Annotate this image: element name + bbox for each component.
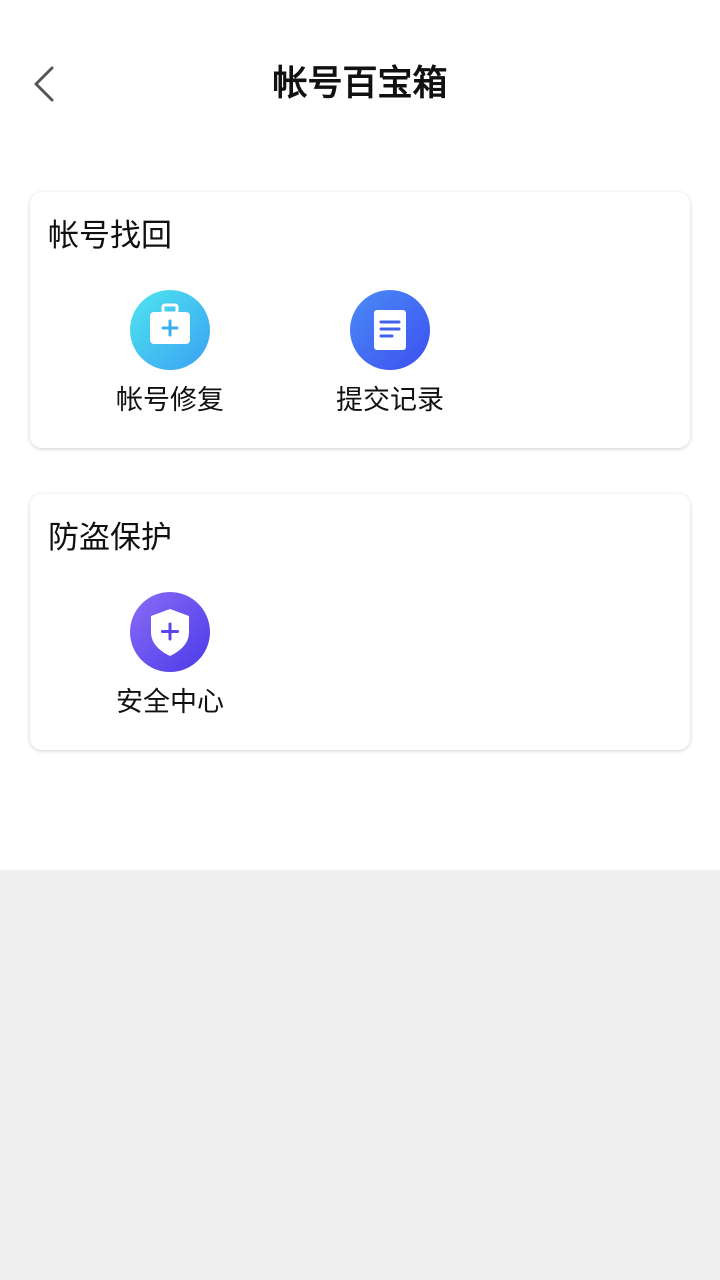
section-title: 防盗保护 — [48, 520, 172, 556]
page-title: 帐号百宝箱 — [272, 64, 448, 104]
shield-plus-icon — [130, 592, 210, 672]
header: 帐号百宝箱 — [0, 0, 720, 170]
document-icon — [350, 290, 430, 370]
content-area: 帐号百宝箱 帐号找回 帐号修复 提交记录 防盗保护 安全中心 — [0, 0, 720, 870]
anti-theft-card: 防盗保护 安全中心 — [30, 494, 690, 750]
account-repair-label: 帐号修复 — [116, 385, 224, 416]
security-center-item[interactable]: 安全中心 — [95, 592, 245, 722]
account-recovery-card: 帐号找回 帐号修复 提交记录 — [30, 192, 690, 448]
first-aid-kit-icon — [130, 290, 210, 370]
submission-records-item[interactable]: 提交记录 — [315, 290, 465, 420]
section-title: 帐号找回 — [48, 218, 172, 254]
account-repair-item[interactable]: 帐号修复 — [95, 290, 245, 420]
submission-records-label: 提交记录 — [336, 385, 444, 416]
security-center-label: 安全中心 — [116, 687, 224, 718]
page: 帐号百宝箱 帐号找回 帐号修复 提交记录 防盗保护 安全中心 — [0, 0, 720, 1280]
